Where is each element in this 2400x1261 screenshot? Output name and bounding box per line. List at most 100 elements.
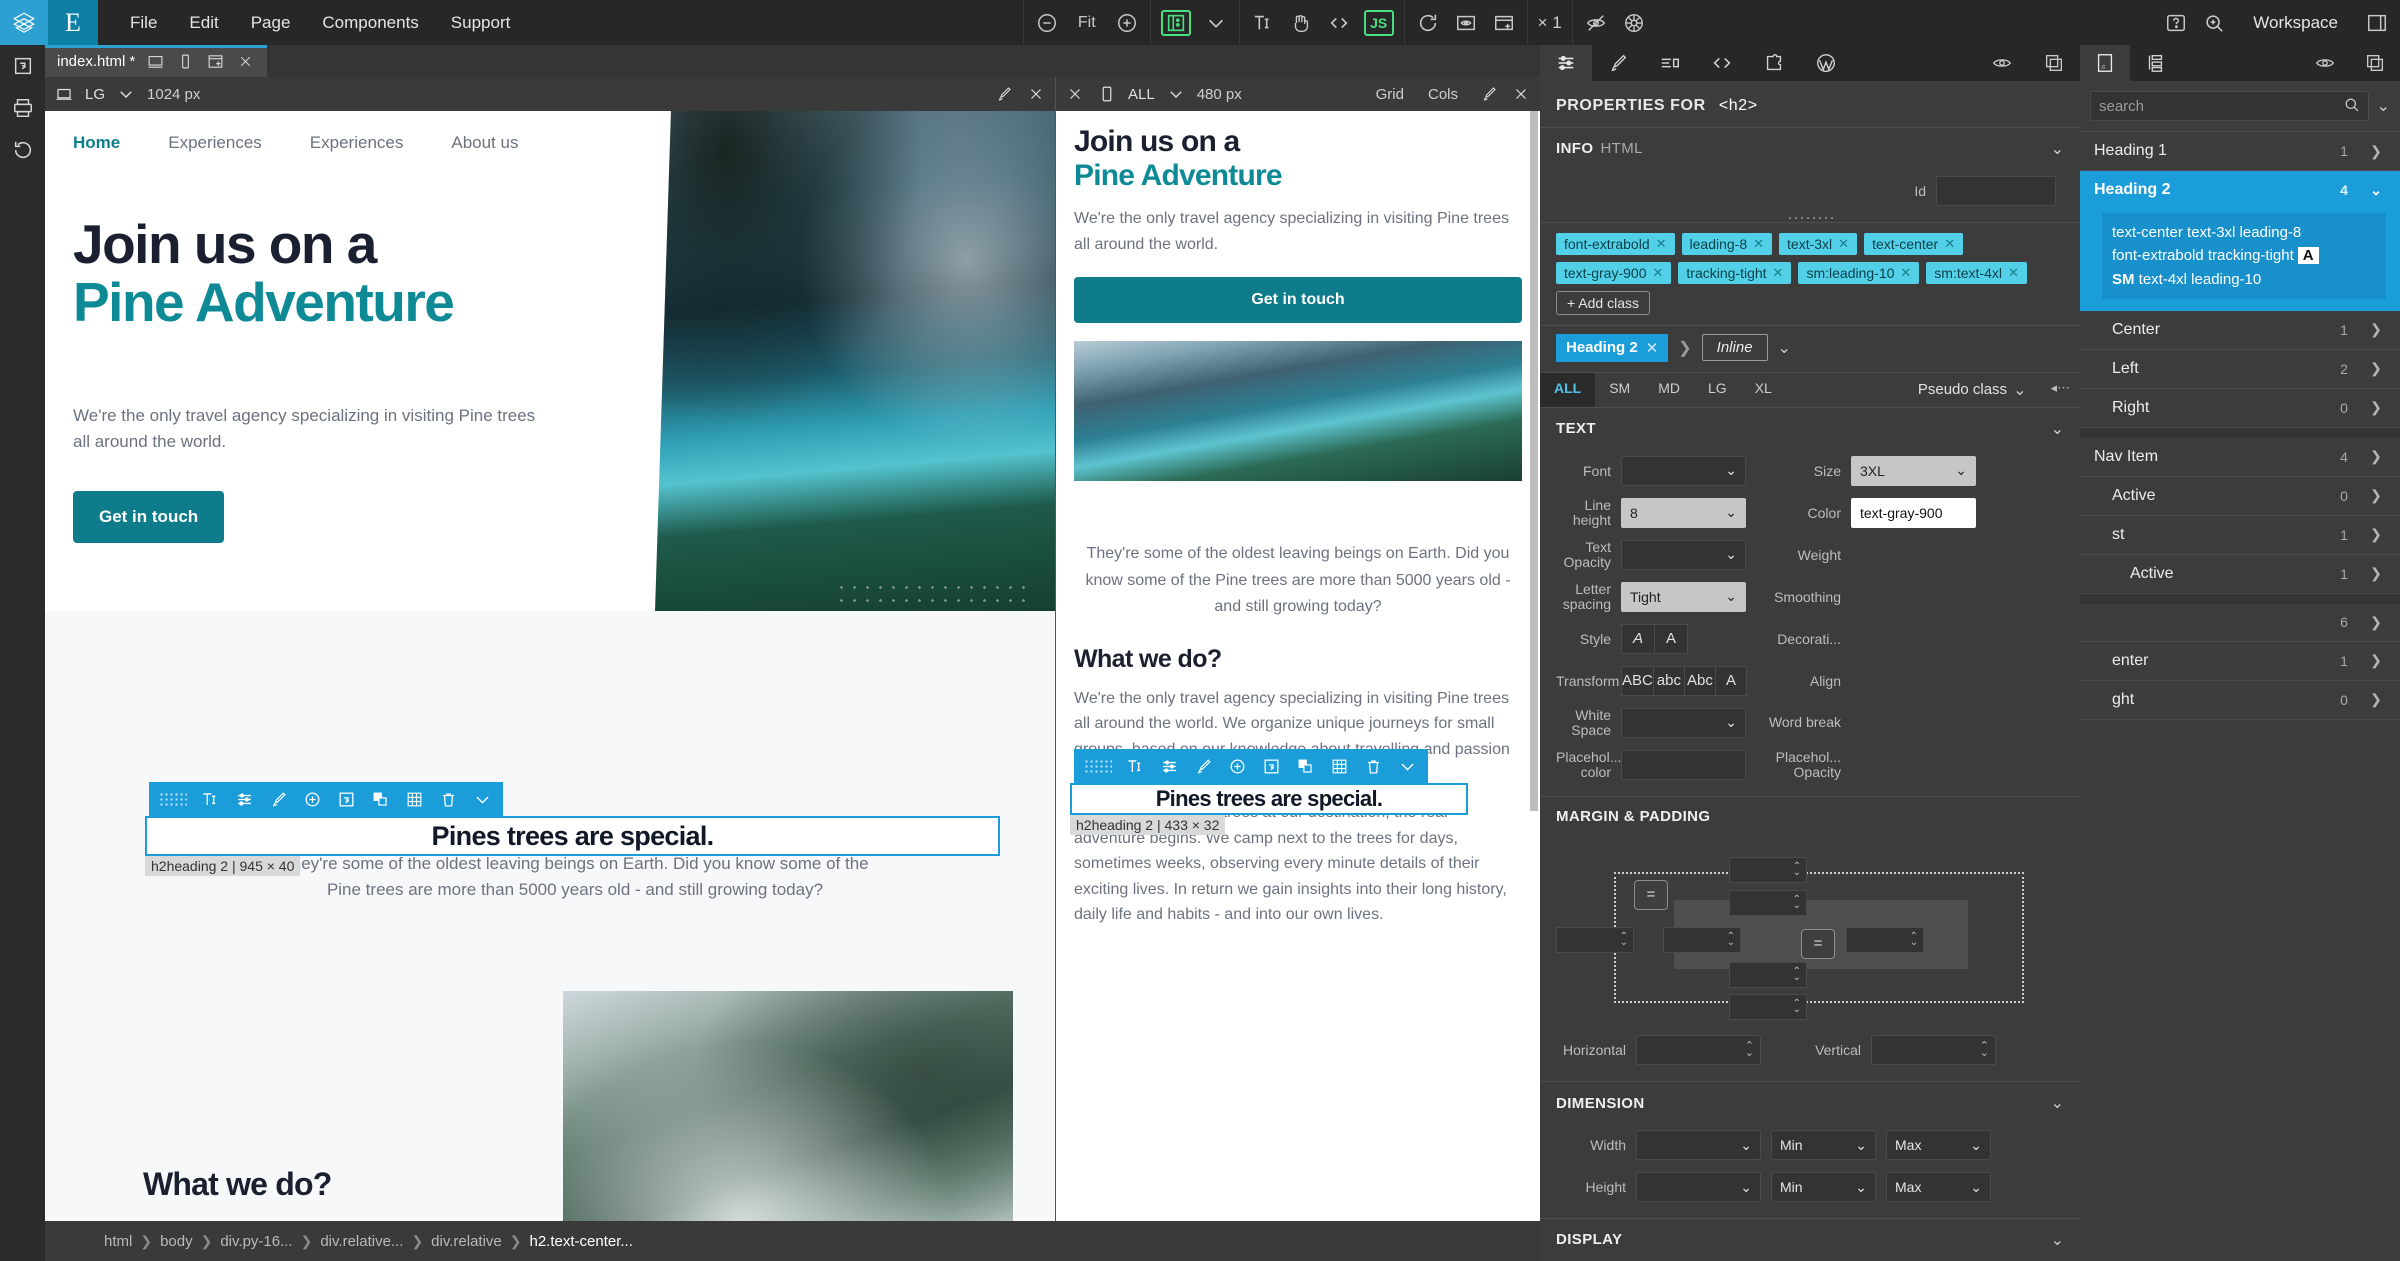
class-tree-row-right-2[interactable]: ght 0 ❯: [2080, 681, 2400, 720]
class-tree-row-center[interactable]: Center 1 ❯: [2080, 311, 2400, 350]
dimension-header[interactable]: DIMENSION ⌄: [1540, 1082, 2080, 1124]
delete-icon[interactable]: [1362, 755, 1384, 777]
search-input[interactable]: search: [2090, 91, 2369, 121]
pinegrow-logo-icon[interactable]: [0, 0, 48, 45]
viewport-desktop-size-label[interactable]: LG: [85, 86, 105, 103]
white-space-select[interactable]: ⌄: [1621, 708, 1746, 738]
line-height-select[interactable]: 8⌄: [1621, 498, 1746, 528]
desktop-icon[interactable]: [145, 51, 165, 71]
layers-icon[interactable]: [369, 788, 391, 810]
what-we-do-heading[interactable]: What we do?: [143, 1166, 332, 1203]
zoom-out-icon[interactable]: [1034, 10, 1060, 36]
get-in-touch-button[interactable]: Get in touch: [73, 491, 224, 543]
padding-bottom-input[interactable]: ⌃⌄: [1729, 962, 1807, 988]
height-min-select[interactable]: Min⌄: [1771, 1172, 1876, 1202]
tab-wordpress[interactable]: [1800, 45, 1852, 81]
chevron-right-icon[interactable]: ❯: [2366, 399, 2386, 416]
hero-paragraph[interactable]: We're the only travel agency specializin…: [73, 403, 543, 456]
padding-right-input[interactable]: ⌃⌄: [1846, 927, 1924, 953]
properties-icon[interactable]: [1158, 755, 1180, 777]
class-tag[interactable]: leading-8✕: [1682, 233, 1773, 255]
mobile-scrollbar[interactable]: [1530, 111, 1538, 811]
menu-edit[interactable]: Edit: [173, 0, 234, 45]
transform-lowercase-button[interactable]: abc: [1653, 666, 1685, 696]
brush-icon[interactable]: [1478, 83, 1500, 105]
tab-code[interactable]: [1696, 45, 1748, 81]
nav-item-experiences-2[interactable]: Experiences: [310, 133, 404, 153]
letter-spacing-select[interactable]: Tight⌄: [1621, 582, 1746, 612]
class-tree-row-active-2[interactable]: Active 1 ❯: [2080, 555, 2400, 594]
mobile-hero-paragraph[interactable]: We're the only travel agency specializin…: [1074, 206, 1522, 257]
class-tree-row-nav-item[interactable]: Nav Item 4 ❯: [2080, 438, 2400, 477]
class-tree-row-heading-1[interactable]: Heading 1 1 ❯: [2080, 132, 2400, 171]
class-tag[interactable]: text-center✕: [1864, 233, 1963, 255]
breadcrumb-div-relative-1[interactable]: div.relative...: [320, 1233, 403, 1250]
class-tree-row-center-2[interactable]: enter 1 ❯: [2080, 642, 2400, 681]
drag-grip-icon[interactable]: [1084, 759, 1112, 773]
breakpoint-all[interactable]: ALL: [1540, 373, 1595, 407]
tab-properties[interactable]: [1540, 45, 1592, 81]
breadcrumb-div-py16[interactable]: div.py-16...: [220, 1233, 292, 1250]
breadcrumb-div-relative-2[interactable]: div.relative: [431, 1233, 502, 1250]
font-style-segmented[interactable]: A A: [1621, 624, 1746, 654]
chevron-right-icon[interactable]: ❯: [2366, 321, 2386, 338]
search-icon[interactable]: [2343, 96, 2360, 117]
copy-icon[interactable]: [2350, 45, 2400, 81]
reload-icon[interactable]: [1415, 10, 1441, 36]
text-edit-icon[interactable]: [1250, 10, 1276, 36]
tab-style[interactable]: [1592, 45, 1644, 81]
duplicate-icon[interactable]: [1260, 755, 1282, 777]
class-tag[interactable]: sm:text-4xl✕: [1926, 262, 2027, 284]
font-select[interactable]: ⌄: [1621, 456, 1746, 486]
workspace-label[interactable]: Workspace: [2239, 13, 2352, 33]
margin-top-input[interactable]: ⌃⌄: [1729, 857, 1807, 883]
margin-link-button[interactable]: =: [1634, 880, 1668, 910]
chevron-right-icon[interactable]: ❯: [2366, 565, 2386, 582]
copy-icon[interactable]: [2028, 45, 2080, 81]
chevron-down-icon[interactable]: [1165, 83, 1187, 105]
layers-icon[interactable]: [1294, 755, 1316, 777]
style-italic-button[interactable]: A: [1621, 624, 1655, 654]
class-tree-row-left[interactable]: Left 2 ❯: [2080, 350, 2400, 389]
mobile-section-paragraph[interactable]: They're some of the oldest leaving being…: [1074, 541, 1522, 620]
mobile-get-in-touch-button[interactable]: Get in touch: [1074, 277, 1522, 323]
text-edit-icon[interactable]: [199, 788, 221, 810]
duplicate-icon[interactable]: [335, 788, 357, 810]
close-icon[interactable]: [1064, 83, 1086, 105]
delete-icon[interactable]: [437, 788, 459, 810]
text-opacity-select[interactable]: ⌄: [1621, 540, 1746, 570]
hero-heading[interactable]: Join us on a Pine Adventure: [73, 216, 453, 332]
select-element-icon[interactable]: [1161, 10, 1191, 36]
selected-heading-box[interactable]: Pines trees are special.: [145, 816, 1000, 856]
what-we-do-paragraph[interactable]: We're the only travel agency specializin…: [143, 1216, 543, 1221]
add-element-icon[interactable]: [1226, 755, 1248, 777]
add-class-button[interactable]: + Add class: [1556, 291, 1650, 315]
chevron-right-icon[interactable]: ❯: [2366, 360, 2386, 377]
padding-top-input[interactable]: ⌃⌄: [1729, 890, 1807, 916]
menu-components[interactable]: Components: [306, 0, 434, 45]
mobile-what-we-do-heading[interactable]: What we do?: [1074, 645, 1522, 674]
chevron-right-icon[interactable]: ❯: [2366, 691, 2386, 708]
breadcrumb-html[interactable]: html: [104, 1233, 132, 1250]
chevron-down-icon[interactable]: ⌄: [2366, 182, 2386, 199]
padding-link-button[interactable]: =: [1801, 929, 1835, 959]
inline-style-button[interactable]: Inline: [1702, 334, 1768, 361]
brush-icon[interactable]: [993, 83, 1015, 105]
viewport-desktop-canvas[interactable]: Home Experiences Experiences About us Jo…: [45, 111, 1055, 1221]
selector-pill-heading2[interactable]: Heading 2 ✕: [1556, 334, 1668, 362]
open-project-icon[interactable]: [10, 53, 36, 79]
style-brush-icon[interactable]: [1192, 755, 1214, 777]
cols-label[interactable]: Cols: [1428, 86, 1458, 103]
tab-css-file[interactable]: .c: [2080, 45, 2130, 81]
nav-item-about-us[interactable]: About us: [451, 133, 518, 153]
class-tree-row-active-1[interactable]: Active 0 ❯: [2080, 477, 2400, 516]
magnifier-icon[interactable]: [2201, 10, 2227, 36]
add-element-icon[interactable]: [301, 788, 323, 810]
margin-left-input[interactable]: ⌃⌄: [1556, 927, 1634, 953]
breakpoint-xl[interactable]: XL: [1741, 373, 1786, 407]
class-tag[interactable]: tracking-tight✕: [1678, 262, 1791, 284]
print-icon[interactable]: [10, 95, 36, 121]
chevron-down-icon[interactable]: [1396, 755, 1418, 777]
text-transform-segmented[interactable]: ABC abc Abc A: [1621, 666, 1746, 696]
placeholder-color-input[interactable]: [1621, 750, 1746, 780]
